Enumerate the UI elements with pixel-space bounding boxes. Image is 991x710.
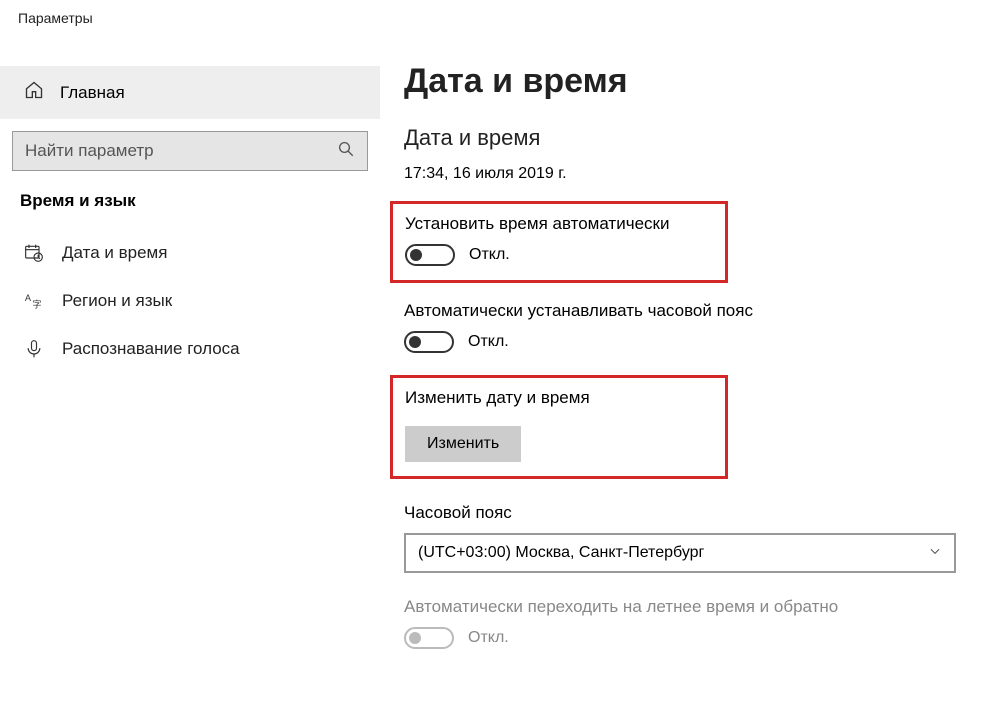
- calendar-clock-icon: [24, 243, 44, 263]
- search-icon: [337, 140, 355, 163]
- sidebar-item-region-language[interactable]: A 字 Регион и язык: [0, 277, 380, 325]
- toggle-auto-tz[interactable]: [404, 331, 454, 353]
- main-content: Дата и время Дата и время 17:34, 16 июля…: [380, 36, 991, 710]
- setting-change-label: Изменить дату и время: [405, 388, 713, 408]
- section-title: Дата и время: [404, 125, 967, 151]
- setting-auto-tz-label: Автоматически устанавливать часовой пояс: [404, 301, 967, 321]
- home-label: Главная: [60, 83, 125, 103]
- sidebar-item-label: Дата и время: [62, 243, 167, 263]
- sidebar-category: Время и язык: [0, 191, 380, 229]
- svg-text:字: 字: [32, 299, 41, 310]
- sidebar-item-label: Регион и язык: [62, 291, 172, 311]
- tz-dropdown[interactable]: (UTC+03:00) Москва, Санкт-Петербург: [404, 533, 956, 573]
- sidebar-item-label: Распознавание голоса: [62, 339, 240, 359]
- home-icon: [24, 80, 44, 105]
- microphone-icon: [24, 339, 44, 359]
- sidebar-item-date-time[interactable]: Дата и время: [0, 229, 380, 277]
- change-button[interactable]: Изменить: [405, 426, 521, 462]
- sidebar-item-speech[interactable]: Распознавание голоса: [0, 325, 380, 373]
- highlight-auto-time: Установить время автоматически Откл.: [390, 201, 728, 283]
- setting-auto-tz: Автоматически устанавливать часовой пояс…: [404, 301, 967, 353]
- toggle-auto-time[interactable]: [405, 244, 455, 266]
- setting-change-datetime: Изменить дату и время Изменить: [405, 388, 713, 462]
- window-title: Параметры: [0, 0, 991, 36]
- language-icon: A 字: [24, 291, 44, 311]
- search-input[interactable]: [25, 141, 337, 161]
- setting-dst-label: Автоматически переходить на летнее время…: [404, 597, 967, 617]
- home-nav[interactable]: Главная: [0, 66, 380, 119]
- window-body: Главная Время и язык: [0, 36, 991, 710]
- chevron-down-icon: [928, 544, 942, 563]
- toggle-dst: [404, 627, 454, 649]
- svg-text:A: A: [25, 293, 32, 303]
- toggle-auto-time-state: Откл.: [469, 246, 510, 264]
- toggle-dst-state: Откл.: [468, 629, 509, 647]
- settings-window: Параметры Главная: [0, 0, 991, 710]
- highlight-change-datetime: Изменить дату и время Изменить: [390, 375, 728, 479]
- tz-dropdown-value: (UTC+03:00) Москва, Санкт-Петербург: [418, 544, 704, 562]
- sidebar: Главная Время и язык: [0, 36, 380, 710]
- current-datetime: 17:34, 16 июля 2019 г.: [404, 165, 967, 183]
- setting-auto-time-label: Установить время автоматически: [405, 214, 713, 234]
- toggle-auto-tz-state: Откл.: [468, 333, 509, 351]
- setting-auto-time: Установить время автоматически Откл.: [405, 214, 713, 266]
- page-title: Дата и время: [404, 62, 967, 101]
- search-input-wrap[interactable]: [12, 131, 368, 171]
- setting-dst: Автоматически переходить на летнее время…: [404, 597, 967, 649]
- tz-label: Часовой пояс: [404, 503, 967, 523]
